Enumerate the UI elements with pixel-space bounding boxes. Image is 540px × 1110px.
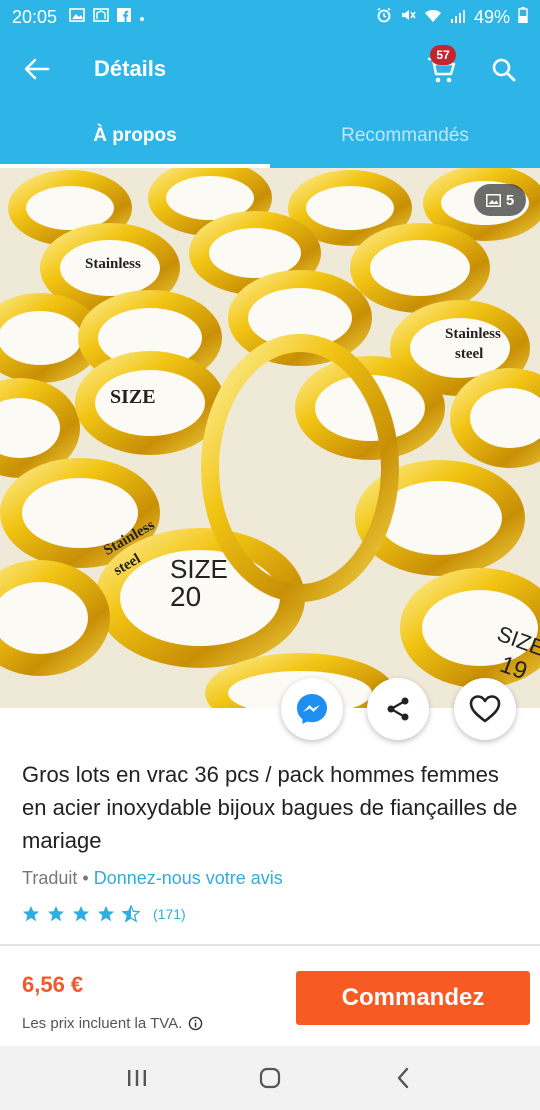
vat-note: Les prix incluent la TVA. <box>22 1015 203 1032</box>
svg-text:20: 20 <box>170 581 201 612</box>
svg-text:SIZE: SIZE <box>110 386 156 408</box>
messenger-icon <box>297 694 327 724</box>
home-button[interactable] <box>240 1053 300 1103</box>
recent-apps-icon <box>127 1070 146 1086</box>
gallery-notification-icon <box>69 8 85 26</box>
chevron-left-icon <box>398 1067 409 1089</box>
recent-apps-button[interactable] <box>107 1053 167 1103</box>
svg-text:steel: steel <box>455 346 483 362</box>
tab-bar: À propos Recommandés <box>0 104 540 168</box>
more-notifications-dot <box>139 9 145 26</box>
status-time: 20:05 <box>12 6 58 27</box>
star-icon <box>22 905 40 922</box>
wifi-icon <box>424 7 442 28</box>
feedback-link[interactable]: Donnez-nous votre avis <box>94 868 283 888</box>
heart-icon <box>469 695 501 723</box>
image-icon <box>485 193 501 207</box>
battery-level: 49% <box>473 6 510 27</box>
page-title: Détails <box>94 56 167 81</box>
star-icon <box>72 905 90 922</box>
star-icon <box>97 905 115 922</box>
separator-dot: • <box>82 868 89 888</box>
order-button[interactable]: Commandez <box>296 971 530 1025</box>
home-icon <box>259 1067 281 1089</box>
product-image[interactable]: Stainless SIZE Stainless steel Stainless… <box>0 168 540 708</box>
facebook-notification-icon <box>117 8 132 26</box>
battery-icon <box>518 6 528 28</box>
app-screen: 20:05 49% Détails 57 À propos Recommandé… <box>0 0 540 1110</box>
rating-row[interactable]: (171) <box>22 905 186 923</box>
product-title: Gros lots en vrac 36 pcs / pack hommes f… <box>22 762 518 853</box>
mute-icon <box>400 7 416 28</box>
share-button[interactable] <box>367 678 429 740</box>
product-price: 6,56 € <box>22 972 84 997</box>
svg-text:Stainless: Stainless <box>85 256 141 272</box>
search-button[interactable] <box>480 46 528 94</box>
section-divider <box>0 944 540 946</box>
search-icon <box>492 58 516 82</box>
rings-photo: Stainless SIZE Stainless steel Stainless… <box>0 168 540 708</box>
translated-label: Traduit <box>22 868 78 888</box>
info-icon[interactable] <box>188 1016 203 1031</box>
svg-text:SIZE: SIZE <box>170 554 228 584</box>
rating-count: (171) <box>153 906 186 922</box>
tab-about[interactable]: À propos <box>0 104 270 168</box>
star-icon <box>47 905 65 922</box>
translation-row: Traduit • Donnez-nous votre avis <box>22 868 283 889</box>
store-notification-icon <box>93 8 109 26</box>
back-button[interactable] <box>0 34 74 104</box>
image-count-badge[interactable]: 5 <box>474 184 526 216</box>
vat-note-text: Les prix incluent la TVA. <box>22 1015 183 1032</box>
status-right: 49% <box>376 6 528 28</box>
tab-recommended[interactable]: Recommandés <box>270 104 540 168</box>
arrow-left-icon <box>24 58 50 80</box>
alarm-icon <box>376 7 392 28</box>
cart-count-badge: 57 <box>430 45 456 65</box>
messenger-button[interactable] <box>281 678 343 740</box>
system-nav-bar <box>0 1046 540 1110</box>
share-icon <box>387 697 409 721</box>
wishlist-button[interactable] <box>454 678 516 740</box>
status-bar: 20:05 49% <box>0 0 540 34</box>
app-bar: Détails 57 <box>0 34 540 104</box>
system-back-button[interactable] <box>373 1053 433 1103</box>
signal-icon <box>450 7 466 28</box>
svg-text:Stainless: Stainless <box>445 326 501 342</box>
image-count: 5 <box>505 191 515 209</box>
half-star-icon <box>122 905 140 923</box>
